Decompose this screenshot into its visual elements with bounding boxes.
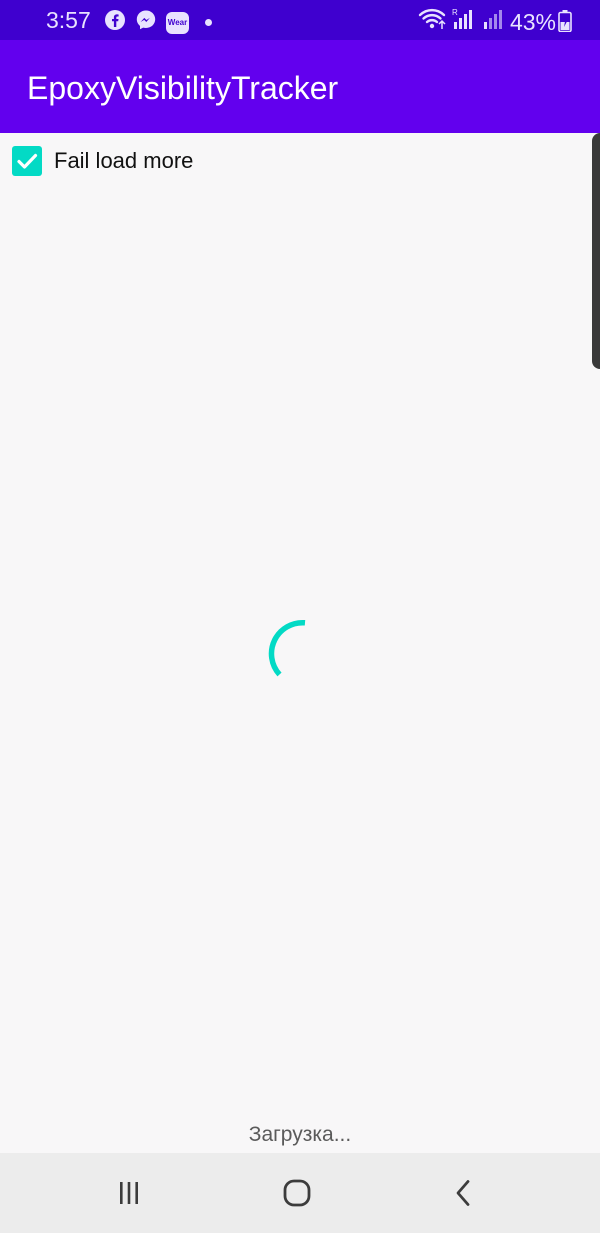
facebook-icon [104, 9, 126, 36]
home-button[interactable] [277, 1173, 317, 1213]
fail-load-more-checkbox[interactable] [12, 146, 42, 176]
status-bar: 3:57 Wear R 43% [0, 0, 600, 40]
back-button[interactable] [444, 1173, 484, 1213]
system-icons: R 43% [418, 7, 556, 36]
loading-spinner [268, 620, 306, 677]
more-notifications-dot [205, 19, 212, 26]
status-time: 3:57 [46, 7, 91, 33]
app-title: EpoxyVisibilityTracker [27, 70, 339, 106]
recent-apps-icon [120, 1182, 138, 1204]
wifi-icon [418, 7, 446, 36]
signal-icon [482, 7, 504, 36]
fail-load-more-label: Fail load more [54, 148, 194, 173]
messenger-icon [135, 9, 157, 36]
loading-text: Загрузка... [248, 1123, 352, 1146]
notification-icons: Wear [104, 9, 212, 36]
signal-roaming-icon: R [452, 7, 476, 36]
checkmark-icon [17, 153, 38, 169]
battery-percent: 43% [509, 8, 556, 35]
fail-load-more-checkbox-row[interactable]: Fail load more [12, 145, 193, 177]
app-bar: EpoxyVisibilityTracker [0, 40, 600, 133]
wear-icon: Wear [166, 11, 189, 34]
scrollbar-thumb[interactable] [592, 133, 600, 369]
battery-charging-icon [558, 10, 572, 37]
home-icon [283, 1179, 311, 1207]
svg-text:R: R [452, 8, 458, 17]
recent-apps-button[interactable] [109, 1173, 149, 1213]
back-icon [456, 1180, 470, 1206]
navigation-bar [0, 1153, 600, 1233]
